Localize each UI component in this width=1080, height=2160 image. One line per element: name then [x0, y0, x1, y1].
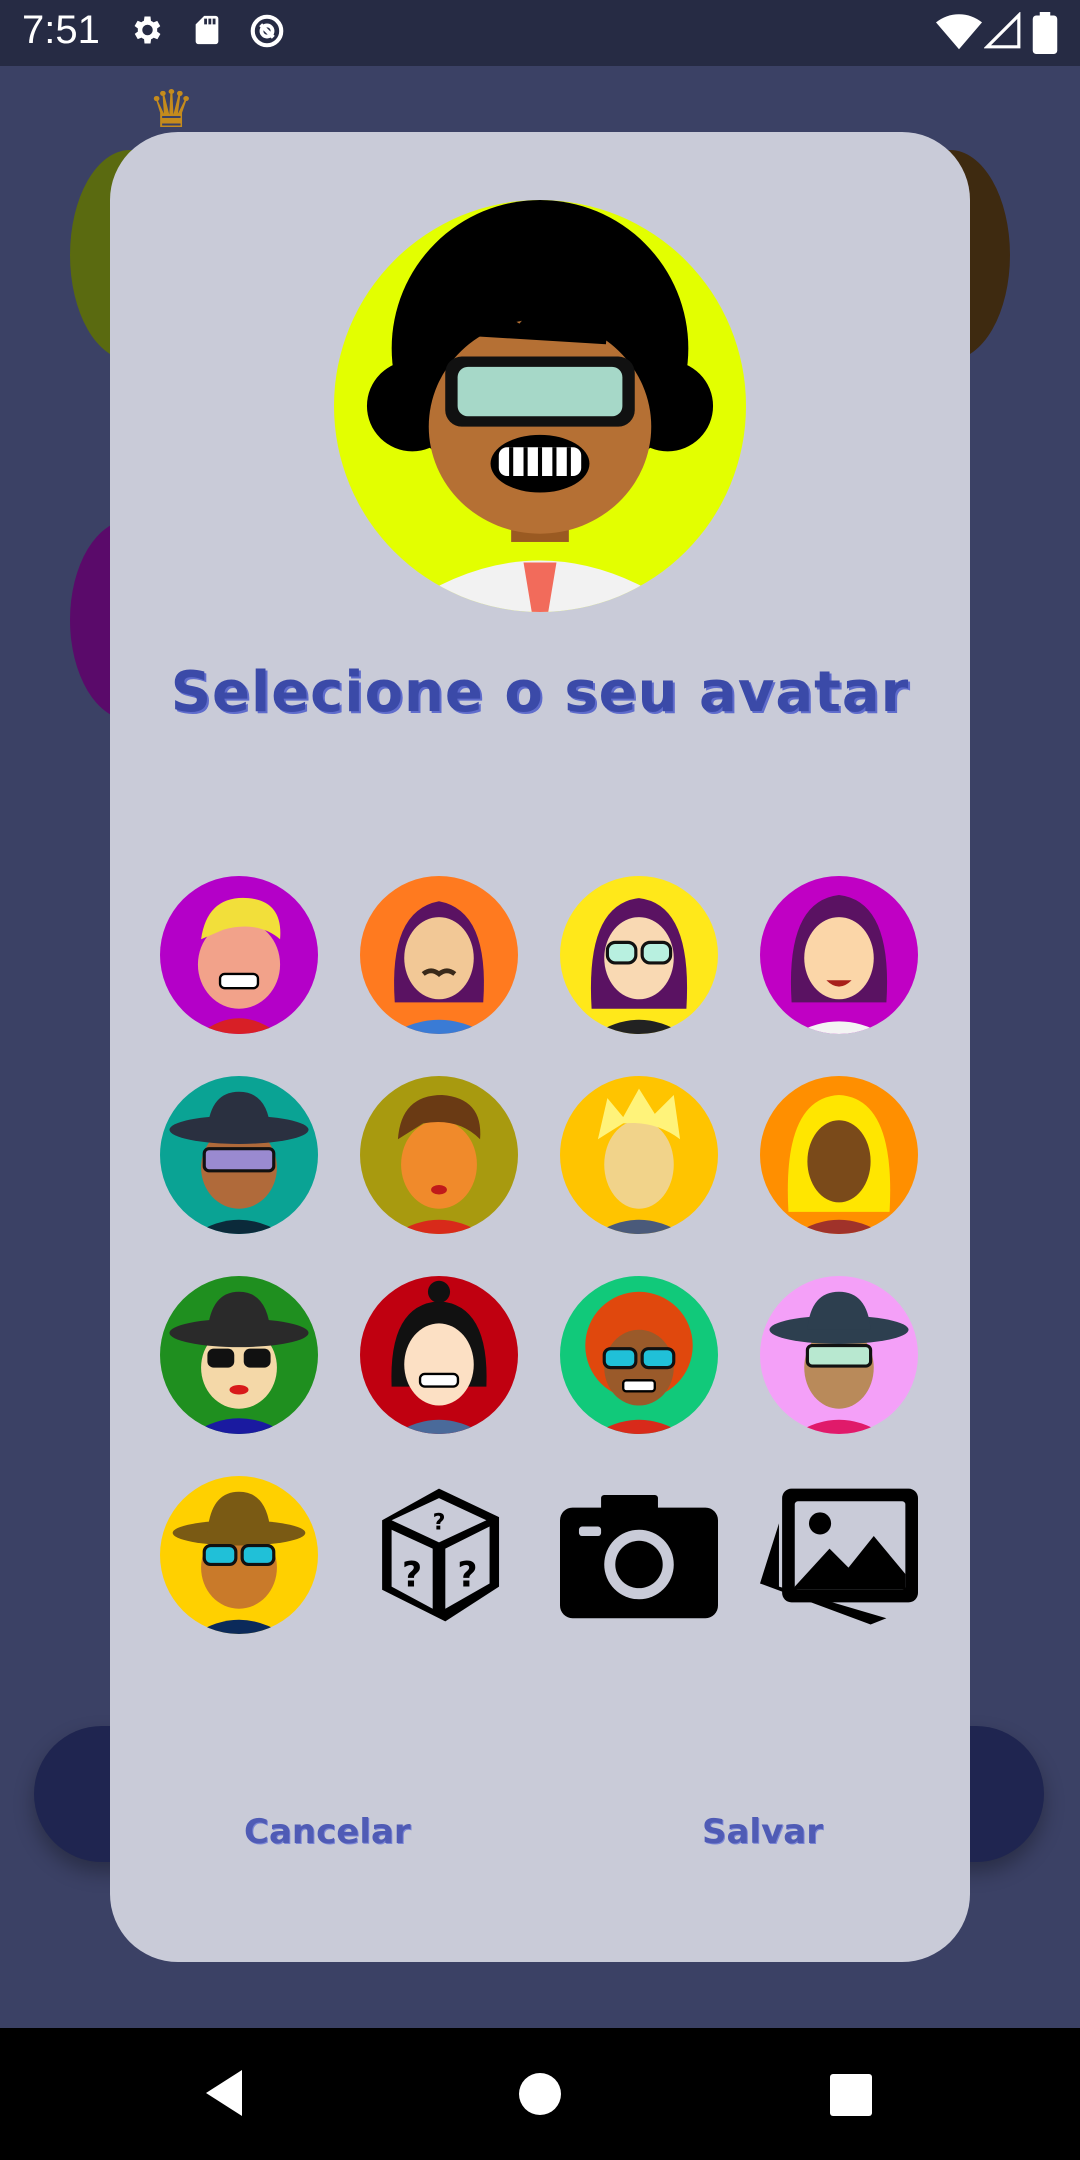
avatar-option-7[interactable] — [560, 1076, 718, 1234]
crown-icon: ♛ — [148, 80, 195, 140]
avatar-option-3[interactable] — [560, 876, 718, 1034]
sd-card-icon — [195, 15, 219, 45]
avatar-option-8[interactable] — [760, 1076, 918, 1234]
gallery-icon[interactable] — [760, 1476, 918, 1634]
camera-icon[interactable] — [560, 1476, 718, 1634]
svg-text:?: ? — [402, 1556, 422, 1596]
back-icon[interactable] — [202, 2068, 246, 2118]
selected-avatar-preview — [334, 200, 746, 612]
recents-icon[interactable] — [830, 2074, 872, 2116]
navigation-bar — [0, 2028, 1080, 2160]
save-button[interactable]: Salvar — [702, 1812, 823, 1852]
wifi-icon — [936, 14, 982, 50]
avatar-grid: ? ? ? — [160, 876, 920, 1676]
home-icon[interactable] — [518, 2072, 562, 2116]
avatar-option-6[interactable] — [360, 1076, 518, 1234]
avatar-option-9[interactable] — [160, 1276, 318, 1434]
avatar-option-13[interactable] — [160, 1476, 318, 1634]
vpn-key-icon — [250, 14, 284, 48]
avatar-option-11[interactable] — [560, 1276, 718, 1434]
avatar-option-4[interactable] — [760, 876, 918, 1034]
dialog-actions: Cancelar Salvar — [110, 1812, 970, 1892]
avatar-option-5[interactable] — [160, 1076, 318, 1234]
dialog-title: Selecione o seu avatar — [170, 660, 910, 725]
settings-icon — [134, 16, 161, 44]
battery-icon — [1032, 12, 1058, 54]
status-time: 7:51 — [22, 8, 100, 52]
signal-icon — [984, 12, 1021, 49]
status-bar: 7:51 — [0, 0, 1080, 66]
svg-text:?: ? — [433, 1510, 446, 1536]
avatar-option-10[interactable] — [360, 1276, 518, 1434]
avatar-option-12[interactable] — [760, 1276, 918, 1434]
cancel-button[interactable]: Cancelar — [244, 1812, 411, 1852]
svg-text:?: ? — [457, 1556, 477, 1596]
avatar-option-2[interactable] — [360, 876, 518, 1034]
avatar-dialog: Selecione o seu avatar ? ? ? Cancelar Sa… — [110, 132, 970, 1962]
avatar-option-1[interactable] — [160, 876, 318, 1034]
random-dice-icon[interactable]: ? ? ? — [360, 1476, 518, 1634]
